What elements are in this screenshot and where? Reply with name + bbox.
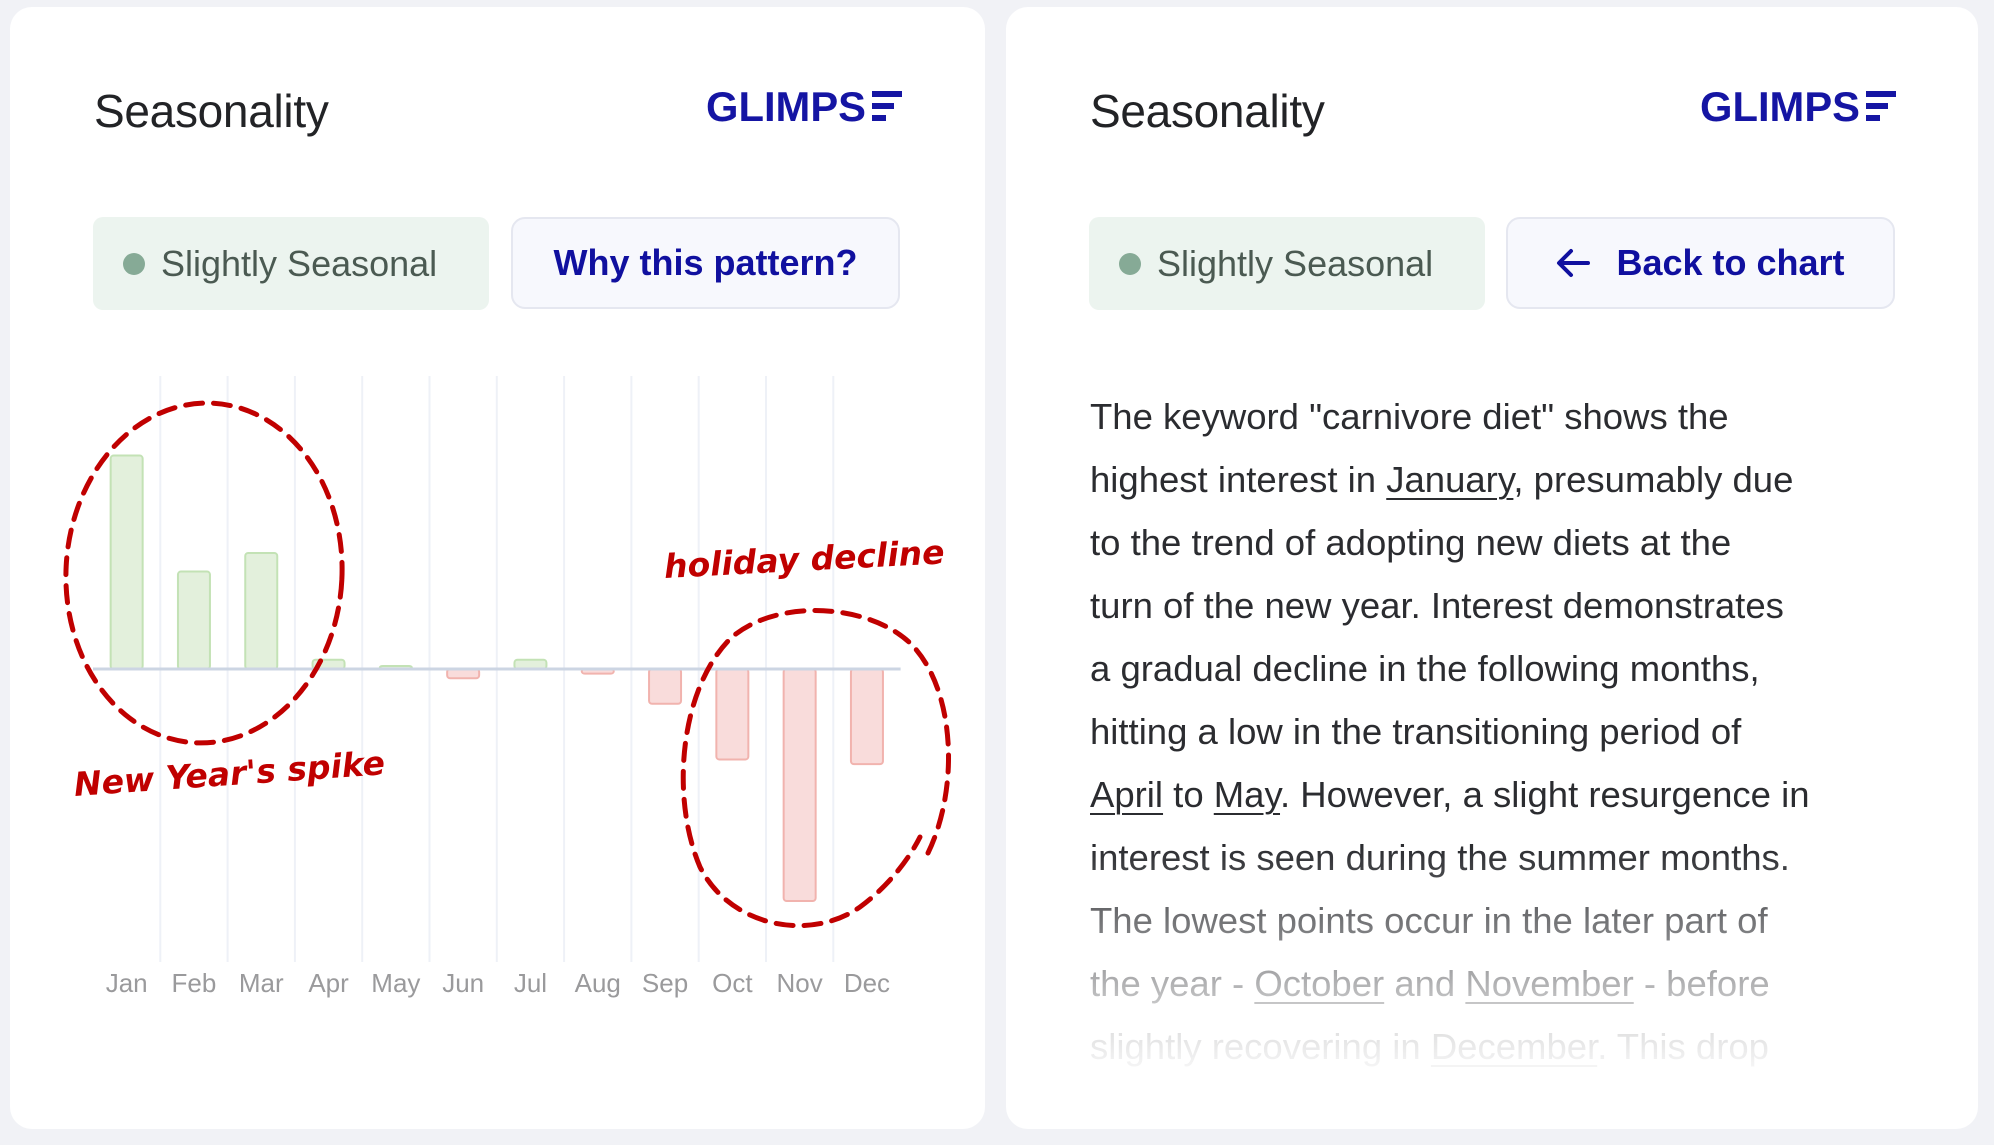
seasonality-explanation-card: Seasonality GLIMPS Slightly Seasonal Bac… xyxy=(1006,7,1978,1129)
explanation-line: interest is seen during the summer month… xyxy=(1090,826,1950,889)
explanation-text: The keyword "carnivore diet" shows the xyxy=(1090,396,1729,437)
explanation-line: April to May. However, a slight resurgen… xyxy=(1090,763,1950,826)
explanation-text: . However, a slight resurgence in xyxy=(1280,774,1810,815)
x-tick-label: Jun xyxy=(442,968,484,998)
explanation-line: the year - October and November - before xyxy=(1090,952,1950,1015)
explanation-text: highest interest in xyxy=(1090,459,1387,500)
bar-feb[interactable] xyxy=(176,570,211,670)
glimpse-logo-icon: GLIMPS xyxy=(1700,85,1896,125)
explanation-text: hitting a low in the transitioning perio… xyxy=(1090,711,1742,752)
explanation-text: a gradual decline in the following month… xyxy=(1090,648,1760,689)
bar-oct[interactable] xyxy=(715,668,750,761)
bar-jan[interactable] xyxy=(109,454,144,670)
explanation-text: to the trend of adopting new diets at th… xyxy=(1090,522,1732,563)
explanation-text: , presumably due xyxy=(1513,459,1794,500)
bar-dec[interactable] xyxy=(849,668,884,766)
month-link-april[interactable]: April xyxy=(1090,774,1163,815)
arrow-left-icon xyxy=(1556,248,1591,278)
pattern-explanation-text: The keyword "carnivore diet" shows the hi… xyxy=(1090,385,1950,1085)
logo-wordmark: GLIMPS xyxy=(1700,85,1860,125)
explanation-text: turn of the new year. Interest demonstra… xyxy=(1090,585,1784,626)
explanation-text: . This drop xyxy=(1597,1026,1769,1067)
explanation-line: slightly recovering in December. This dr… xyxy=(1090,1015,1950,1078)
x-tick-label: Mar xyxy=(239,968,284,998)
explanation-line: highest interest in January, presumably … xyxy=(1090,448,1950,511)
explanation-text: interest is seen during the summer month… xyxy=(1090,837,1790,878)
bar-nov[interactable] xyxy=(782,668,817,902)
bar-sep[interactable] xyxy=(648,668,683,705)
explanation-text: slightly recovering in xyxy=(1090,1026,1431,1067)
explanation-line: to the trend of adopting new diets at th… xyxy=(1090,511,1950,574)
month-link-november[interactable]: November xyxy=(1465,963,1633,1004)
x-tick-label: Aug xyxy=(575,968,621,998)
x-tick-label: Oct xyxy=(712,968,753,998)
month-link-january[interactable]: January xyxy=(1386,459,1513,500)
explanation-line: The keyword "carnivore diet" shows the xyxy=(1090,385,1950,448)
glimpse-logo: GLIMPS xyxy=(1700,85,1896,125)
seasonality-status-badge: Slightly Seasonal xyxy=(1089,217,1485,310)
month-link-may[interactable]: May xyxy=(1214,774,1280,815)
back-button-label: Back to chart xyxy=(1616,242,1845,283)
x-tick-label: Jul xyxy=(514,968,547,998)
seasonality-chart-card: Seasonality GLIMPS Slightly Seasonal Why… xyxy=(10,7,985,1129)
month-link-december[interactable]: December xyxy=(1431,1026,1597,1067)
x-axis-ticks: Jan Feb Mar Apr May Jun Jul Aug Sep Oct Nov Dec xyxy=(106,968,890,998)
badge-label: Slightly Seasonal xyxy=(1157,242,1434,284)
x-tick-label: Feb xyxy=(172,968,217,998)
bar-mar[interactable] xyxy=(244,552,279,670)
explanation-line: turn of the new year. Interest demonstra… xyxy=(1090,574,1950,637)
x-tick-label: May xyxy=(371,968,420,998)
month-link-october[interactable]: October xyxy=(1254,963,1384,1004)
explanation-text: and xyxy=(1384,963,1466,1004)
back-to-chart-button[interactable]: Back to chart xyxy=(1506,217,1895,309)
card-title: Seasonality xyxy=(1090,85,1325,137)
explanation-text: to xyxy=(1163,774,1214,815)
explanation-text: - before xyxy=(1633,963,1770,1004)
status-dot-icon xyxy=(1119,252,1141,275)
x-tick-label: Apr xyxy=(308,968,349,998)
x-tick-label: Jan xyxy=(106,968,148,998)
explanation-line: hitting a low in the transitioning perio… xyxy=(1090,700,1950,763)
explanation-line: a gradual decline in the following month… xyxy=(1090,637,1950,700)
explanation-text: The lowest points occur in the later par… xyxy=(1090,900,1768,941)
explanation-text: the year - xyxy=(1090,963,1255,1004)
x-tick-label: Sep xyxy=(642,968,688,998)
x-tick-label: Dec xyxy=(844,968,890,998)
explanation-line: The lowest points occur in the later par… xyxy=(1090,889,1950,952)
x-tick-label: Nov xyxy=(777,968,823,998)
